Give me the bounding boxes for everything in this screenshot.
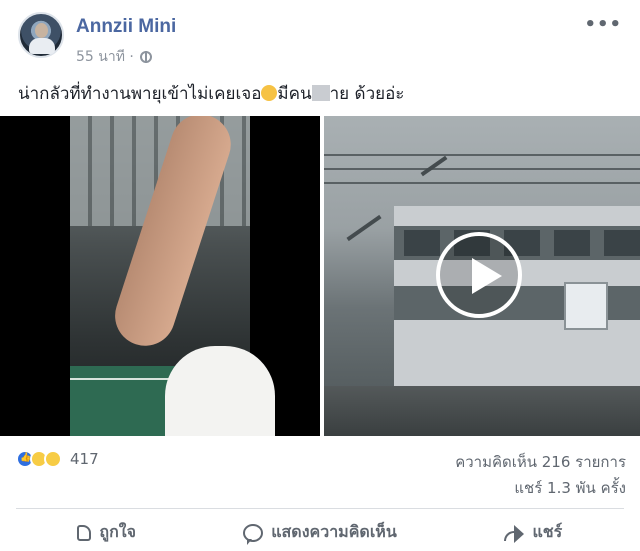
like-button[interactable]: ถูกใจ [0,514,213,551]
post-media[interactable] [0,116,640,436]
more-options-icon[interactable]: ••• [584,14,622,35]
avatar-body [29,38,55,54]
power-line [324,182,640,184]
left-video-thumbnail[interactable] [0,116,320,436]
flying-debris [346,214,382,242]
post-time[interactable]: 55 นาที · [76,46,134,68]
sad-icon [44,450,62,468]
comment-label: แสดงความคิดเห็น [271,522,397,541]
reaction-summary[interactable]: 417 [16,450,99,468]
post-stats: 417 ความคิดเห็น 216 รายการ แชร์ 1.3 พัน … [0,444,640,504]
power-line [324,168,640,170]
left-shirt [165,346,275,436]
shop-sign [564,282,608,330]
comment-button[interactable]: แสดงความคิดเห็น [213,514,426,551]
caption-text-3: าย ด้วยอ่ะ [329,84,405,104]
avatar[interactable] [18,12,64,58]
flying-debris [420,155,448,177]
window [604,230,640,256]
reaction-count: 417 [70,450,99,468]
window [404,230,440,256]
shares-count[interactable]: แชร์ 1.3 พัน ครั้ง [514,476,626,500]
avatar-face [35,23,48,38]
author-name[interactable]: Annzii Mini [76,16,176,38]
thumbs-up-icon [77,524,92,541]
play-button-icon[interactable] [436,232,522,318]
right-ground [324,386,640,436]
share-button[interactable]: แชร์ [427,514,640,551]
post-header: Annzii Mini 55 นาที · ••• [0,0,640,70]
share-label: แชร์ [532,522,563,541]
censored-text [311,85,330,101]
caption-text-2: มีคน [277,84,312,104]
like-label: ถูกใจ [99,522,136,541]
scream-emoji-icon [261,85,278,101]
comment-bubble-icon [243,523,264,545]
share-arrow-icon [504,524,525,543]
post-meta: 55 นาที · [76,46,152,68]
caption-text-1: น่ากลัวที่ทำงานพายุเข้าไม่เคยเจอ [18,84,262,104]
divider [16,508,624,509]
power-line [324,154,640,156]
globe-icon [139,51,152,63]
window [554,230,590,256]
comments-count[interactable]: ความคิดเห็น 216 รายการ [455,450,626,474]
post-caption: น่ากลัวที่ทำงานพายุเข้าไม่เคยเจอ มีคน าย ด… [18,80,404,107]
action-bar: ถูกใจ แสดงความคิดเห็น แชร์ [0,514,640,551]
